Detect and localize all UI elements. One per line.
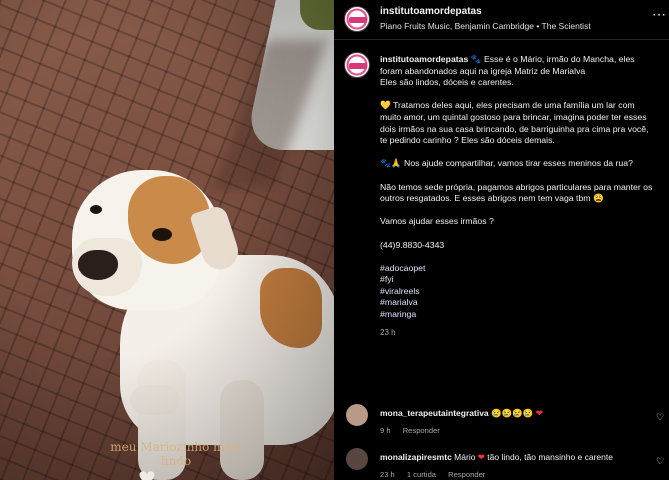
comment-username[interactable]: mona_terapeutaintegrativa (380, 408, 489, 418)
header-username[interactable]: institutoamordepatas (380, 6, 482, 17)
comment-meta: 23 h 1 curtida Responder (380, 470, 495, 479)
comment-likes[interactable]: 1 curtida (407, 470, 436, 479)
like-heart-icon[interactable]: ♡ (656, 456, 664, 467)
reply-button[interactable]: Responder (403, 426, 440, 435)
reply-button[interactable]: Responder (448, 470, 485, 479)
caption-paragraph: Não temos sede própria, pagamos abrigos … (380, 181, 653, 204)
caption-paragraph: 🐾🙏 Nos ajude compartilhar, vamos tirar e… (380, 158, 633, 169)
comment-avatar[interactable] (346, 404, 368, 426)
photo-caption-line: lindo (160, 454, 192, 468)
post-photo[interactable]: meu Mariozinho mais lindo ♥ (0, 0, 334, 480)
hashtag-link[interactable]: #marialva (380, 297, 656, 309)
hashtag-link[interactable]: #maringa (380, 309, 656, 321)
comment-body: tão lindo, tão mansinho e carente (484, 452, 613, 462)
heart-emoji: ❤ (477, 452, 485, 462)
photo-vignette (0, 0, 334, 480)
caption-phone: (44)9.8830-4343 (380, 239, 445, 250)
comment-username[interactable]: monalizapiresmtc (380, 452, 452, 462)
comment-body: Mário (451, 452, 478, 462)
comment-time: 9 h (380, 426, 391, 435)
comment-item: monalizapiresmtc Mário ❤ tão lindo, tão … (334, 448, 669, 480)
comment-body: 😢😢😢😢 (488, 408, 536, 418)
hashtag-link[interactable]: #adocaopet (380, 263, 656, 275)
heart-emoji: ❤ (535, 408, 543, 418)
photo-caption: meu Mariozinho mais lindo (96, 440, 256, 468)
caption-text: institutoamordepatas 🐾 Esse é o Mário, i… (380, 54, 656, 338)
more-dots-icon[interactable]: ⋯ (652, 6, 667, 23)
comment-avatar[interactable] (346, 448, 368, 470)
caption-paragraph: Vamos ajudar esses irmãos ? (380, 216, 494, 227)
post-header: institutoamordepatas Piano Fruits Music,… (334, 0, 669, 40)
caption-username[interactable]: institutoamordepatas (380, 54, 468, 64)
caption-timestamp: 23 h (380, 327, 396, 337)
like-heart-icon[interactable]: ♡ (656, 412, 664, 423)
hashtag-link[interactable]: #fyi (380, 274, 656, 286)
caption-paragraph: 💛 Tratamos deles aqui, eles precisam de … (380, 100, 649, 146)
comment-item: mona_terapeutaintegrativa 😢😢😢😢 ❤ 9 h Res… (334, 404, 669, 444)
comment-time: 23 h (380, 470, 395, 479)
photo-caption-line: meu Mariozinho mais (110, 440, 242, 454)
hashtag-link[interactable]: #viralreels (380, 286, 656, 298)
comment-text: monalizapiresmtc Mário ❤ tão lindo, tão … (380, 452, 650, 463)
profile-avatar[interactable] (344, 6, 370, 32)
comments-panel: institutoamordepatas Piano Fruits Music,… (334, 0, 669, 480)
caption-avatar[interactable] (344, 52, 370, 78)
audio-info[interactable]: Piano Fruits Music, Benjamin Cambridge •… (380, 21, 591, 31)
comment-text: mona_terapeutaintegrativa 😢😢😢😢 ❤ (380, 408, 650, 419)
heart-sticker-icon: ♥ (138, 462, 156, 480)
caption-intro2: Eles são lindos, dóceis e carentes. (380, 77, 514, 88)
comment-meta: 9 h Responder (380, 426, 450, 435)
